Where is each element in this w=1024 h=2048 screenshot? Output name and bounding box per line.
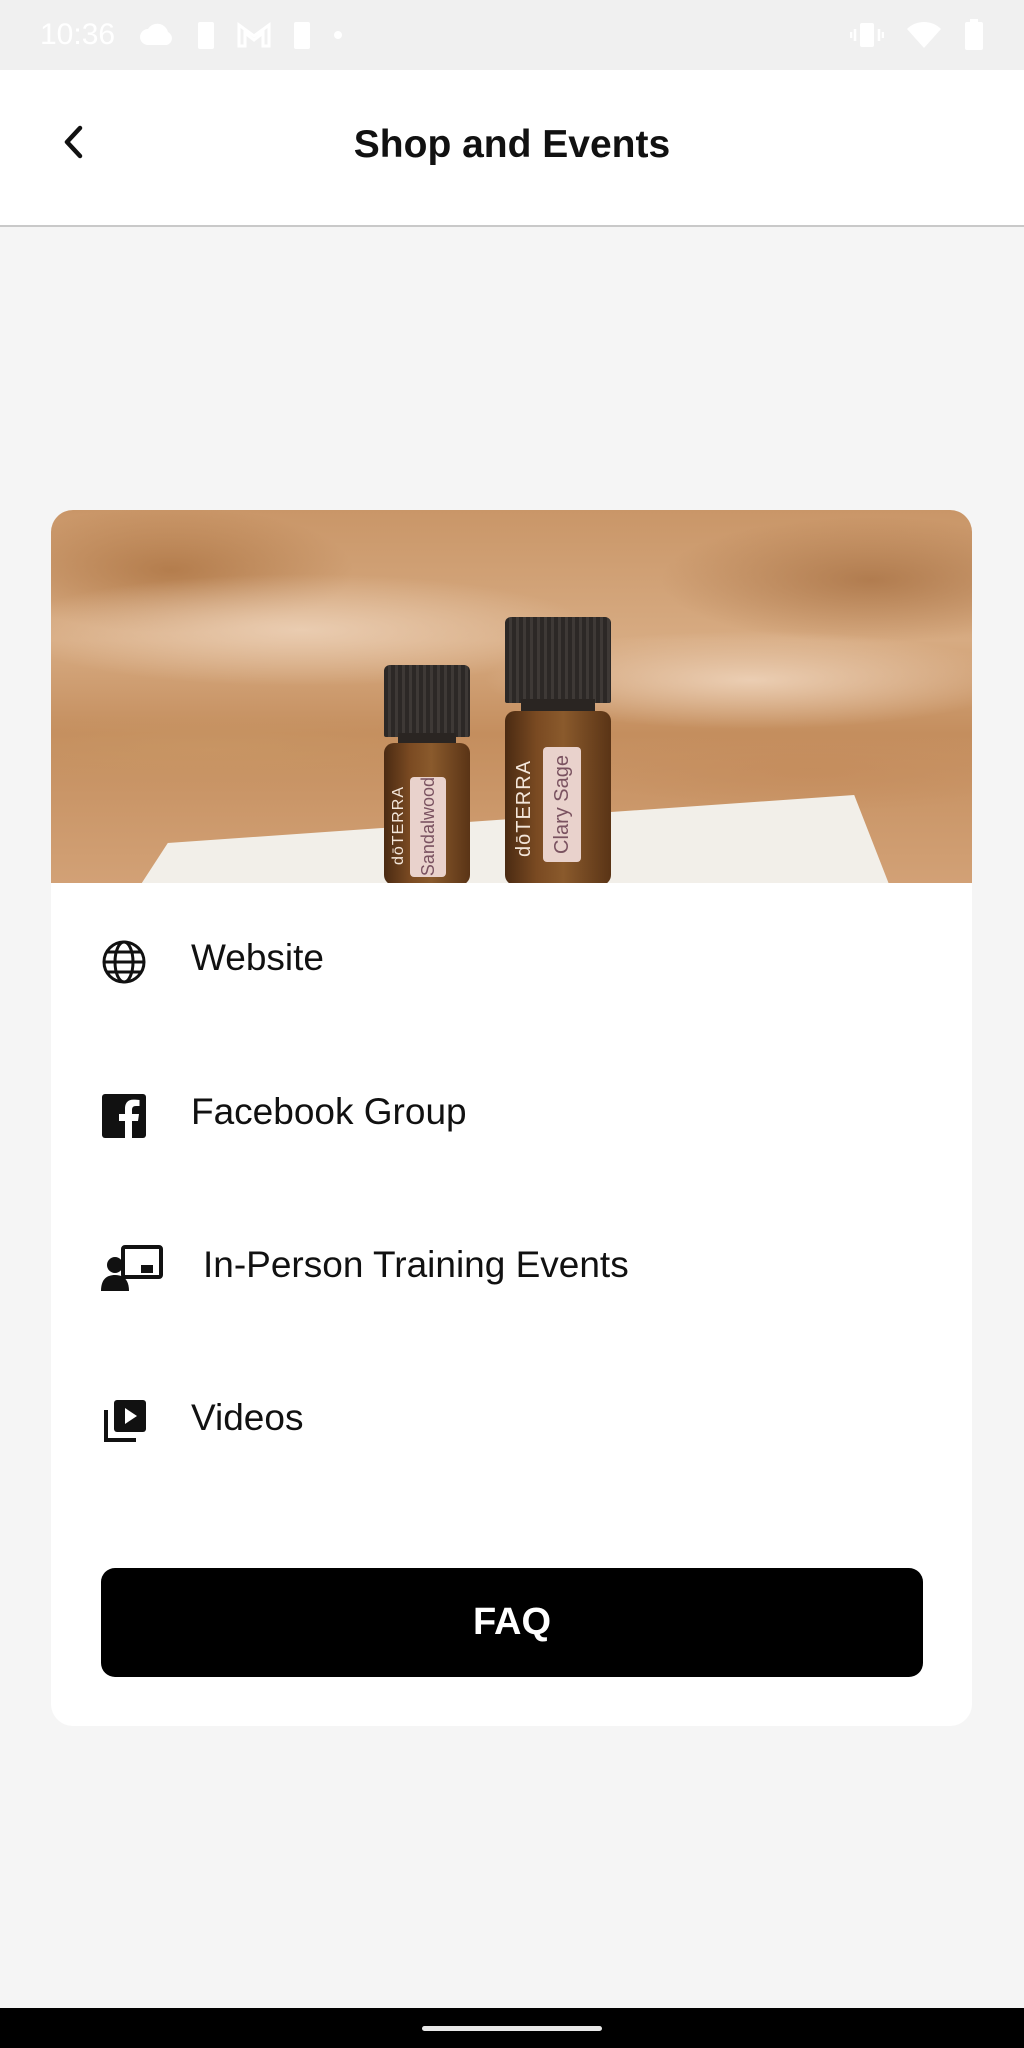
status-time: 10:36 (40, 18, 116, 51)
wifi-icon (907, 21, 941, 48)
status-right-icons (850, 19, 984, 51)
menu-item-training-events[interactable]: In-Person Training Events (51, 1190, 972, 1340)
dot-icon (334, 31, 343, 39)
battery-saver-icon (294, 22, 311, 49)
menu-item-videos[interactable]: Videos (51, 1343, 972, 1493)
bottle-sandalwood: dōTERRA Sandalwood (384, 665, 470, 883)
presentation-icon (101, 1245, 163, 1292)
faq-button[interactable]: FAQ (101, 1568, 923, 1677)
bottle-large-label: Clary Sage (543, 747, 581, 862)
menu-item-facebook-group[interactable]: Facebook Group (51, 1037, 972, 1187)
hero-image: dōTERRA Sandalwood dōTERRA Clary Sage (51, 510, 972, 883)
bottle-large-brand: dōTERRA (513, 759, 535, 857)
bottle-small-brand: dōTERRA (390, 785, 407, 865)
menu-item-website[interactable]: Website (51, 883, 972, 1033)
home-indicator[interactable] (422, 2026, 602, 2031)
bottle-clary-sage: dōTERRA Clary Sage (505, 617, 611, 883)
bottle-small-label: Sandalwood (410, 777, 446, 877)
content-card: dōTERRA Sandalwood dōTERRA Clary Sage We… (51, 510, 972, 1726)
system-nav-bar (0, 2008, 1024, 2048)
vibrate-icon (850, 23, 884, 47)
gmail-icon (237, 22, 271, 48)
page-title: Shop and Events (353, 123, 671, 166)
menu-item-label: Facebook Group (191, 1091, 467, 1132)
status-left-icons (139, 20, 343, 50)
facebook-icon (101, 1093, 147, 1139)
menu-item-label: Website (191, 937, 324, 978)
globe-icon (101, 939, 147, 985)
status-bar: 10:36 (0, 0, 1024, 70)
menu-item-label: In-Person Training Events (203, 1244, 629, 1285)
video-library-icon (101, 1399, 147, 1445)
app-bar: Shop and Events (0, 70, 1024, 227)
menu-item-label: Videos (191, 1397, 304, 1438)
battery-icon (965, 19, 983, 50)
cloud-icon (140, 23, 173, 45)
sim-alert-icon (198, 22, 215, 49)
